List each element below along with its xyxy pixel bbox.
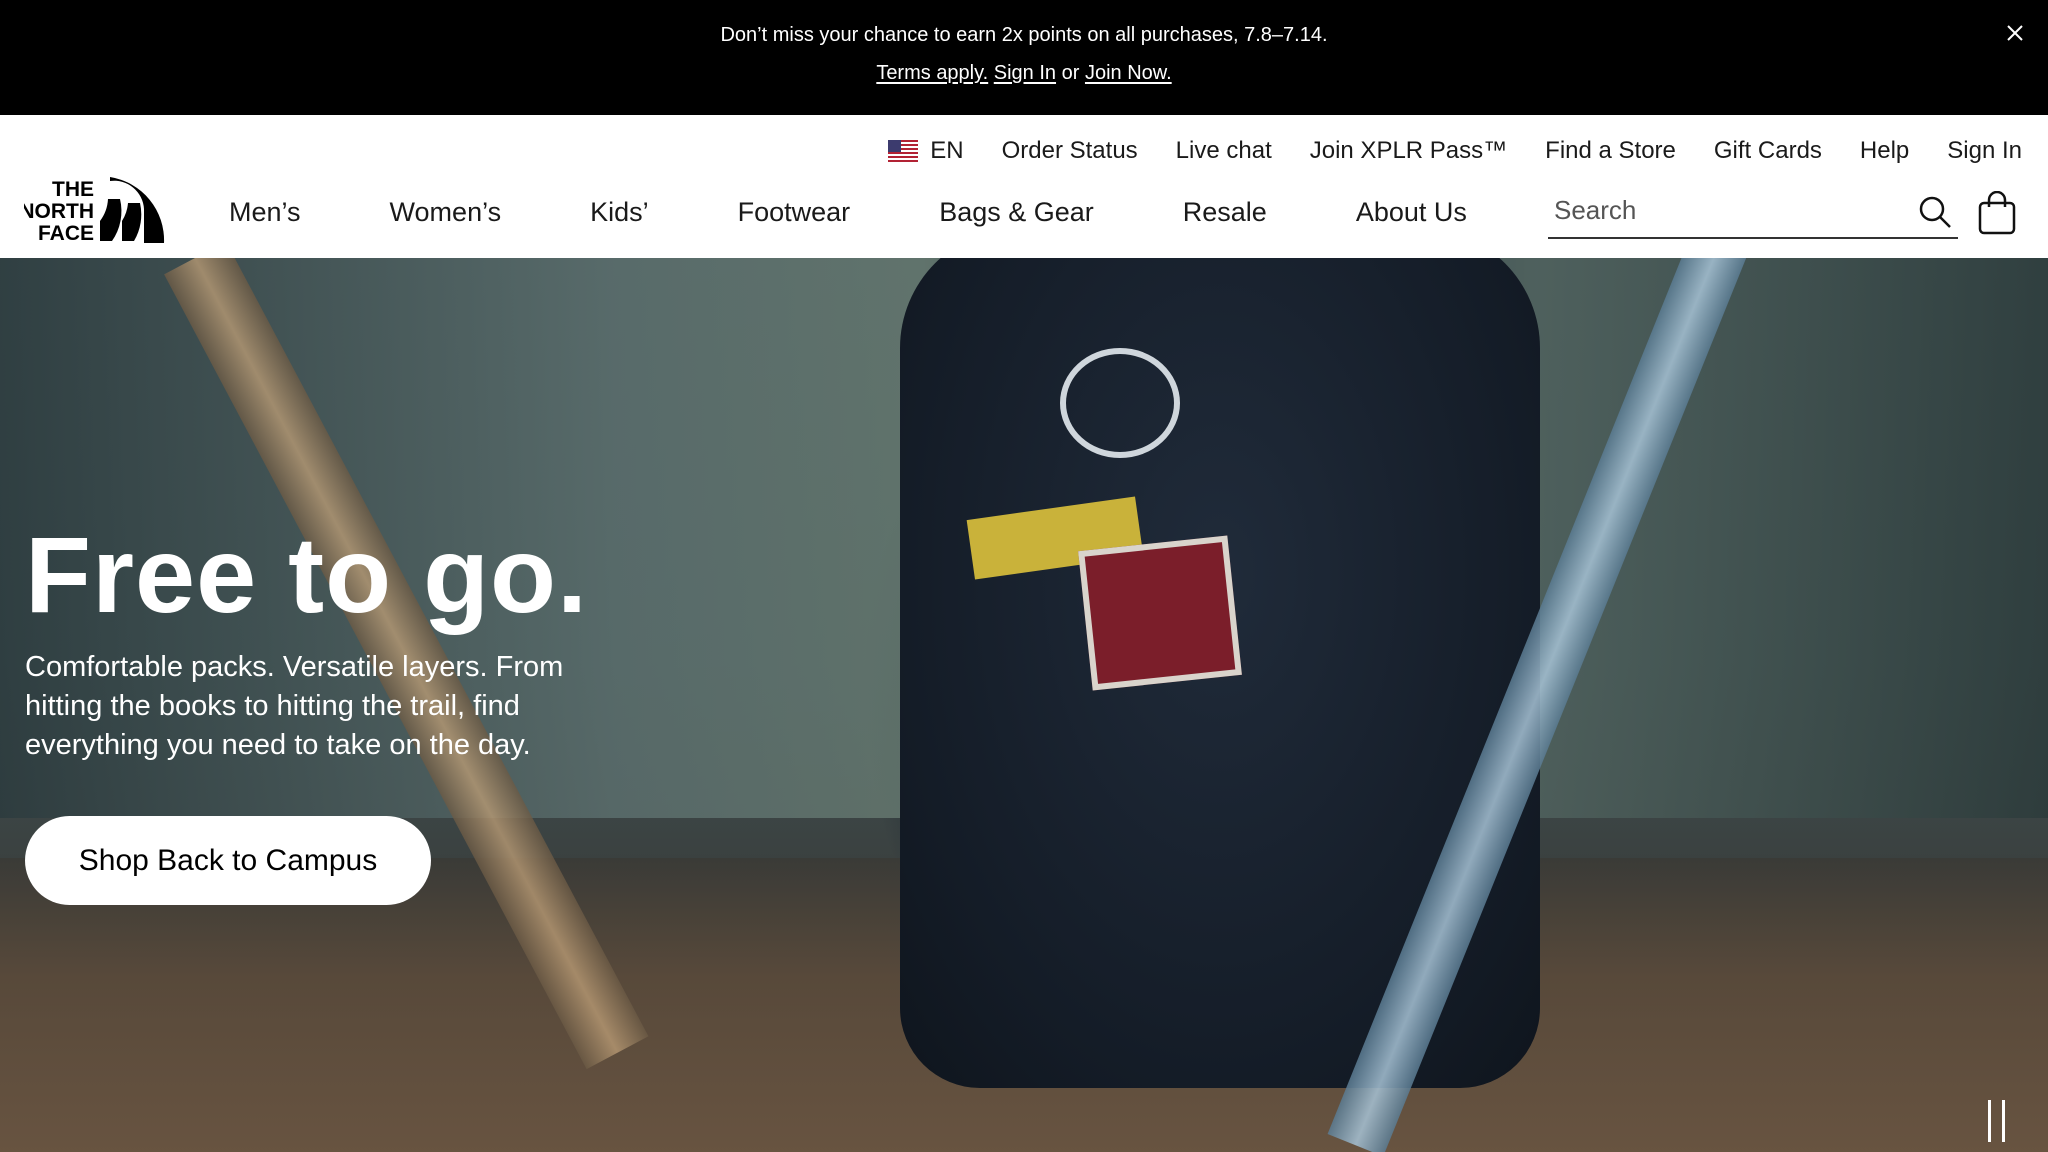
- shop-back-to-campus-button[interactable]: Shop Back to Campus: [25, 816, 431, 905]
- search-input[interactable]: [1548, 185, 1888, 235]
- help-link[interactable]: Help: [1860, 137, 1909, 165]
- backpack-patch-globe: [1060, 348, 1180, 458]
- nav-footwear[interactable]: Footwear: [738, 197, 851, 228]
- utility-nav: EN Order Status Live chat Join XPLR Pass…: [888, 137, 2022, 165]
- order-status-link[interactable]: Order Status: [1002, 137, 1138, 165]
- site-header: EN Order Status Live chat Join XPLR Pass…: [0, 115, 2048, 258]
- nav-womens[interactable]: Women’s: [390, 197, 502, 228]
- language-selector[interactable]: EN: [888, 137, 964, 165]
- nav-resale[interactable]: Resale: [1183, 197, 1267, 228]
- live-chat-link[interactable]: Live chat: [1176, 137, 1272, 165]
- us-flag-icon: [888, 140, 919, 162]
- gift-cards-link[interactable]: Gift Cards: [1714, 137, 1822, 165]
- main-nav: Men’s Women’s Kids’ Footwear Bags & Gear…: [229, 197, 1467, 228]
- shopping-bag-icon[interactable]: [1977, 191, 2017, 235]
- the-north-face-logo[interactable]: THE NORTH FACE: [24, 177, 166, 243]
- logo-line-1: THE: [52, 178, 94, 201]
- promo-or-text: or: [1061, 62, 1080, 84]
- join-now-link[interactable]: Join Now.: [1085, 62, 1172, 84]
- sign-in-link[interactable]: Sign In: [1947, 137, 2022, 165]
- nav-mens[interactable]: Men’s: [229, 197, 301, 228]
- terms-link[interactable]: Terms apply.: [876, 62, 988, 84]
- promo-links: Terms apply. Sign In or Join Now.: [0, 62, 2048, 85]
- hero-title: Free to go.: [25, 514, 589, 635]
- find-store-link[interactable]: Find a Store: [1545, 137, 1676, 165]
- promo-banner: Don’t miss your chance to earn 2x points…: [0, 0, 2048, 115]
- logo-line-2: NORTH: [24, 200, 94, 223]
- logo-line-3: FACE: [38, 222, 94, 243]
- pause-video-icon[interactable]: [1986, 1100, 2008, 1142]
- language-label: EN: [930, 137, 964, 164]
- nav-about-us[interactable]: About Us: [1356, 197, 1467, 228]
- hero-banner: Free to go. Comfortable packs. Versatile…: [0, 258, 2048, 1152]
- promo-sign-in-link[interactable]: Sign In: [994, 62, 1056, 84]
- hero-subtitle: Comfortable packs. Versatile layers. Fro…: [25, 651, 564, 761]
- close-icon[interactable]: [2002, 20, 2028, 46]
- nav-bags-gear[interactable]: Bags & Gear: [939, 197, 1094, 228]
- xplr-pass-link[interactable]: Join XPLR Pass™: [1310, 137, 1507, 165]
- search-box: [1548, 185, 1958, 239]
- promo-message: Don’t miss your chance to earn 2x points…: [720, 24, 1328, 46]
- search-icon[interactable]: [1918, 195, 1952, 229]
- backpack-patch-red: [1078, 535, 1242, 691]
- nav-kids[interactable]: Kids’: [590, 197, 649, 228]
